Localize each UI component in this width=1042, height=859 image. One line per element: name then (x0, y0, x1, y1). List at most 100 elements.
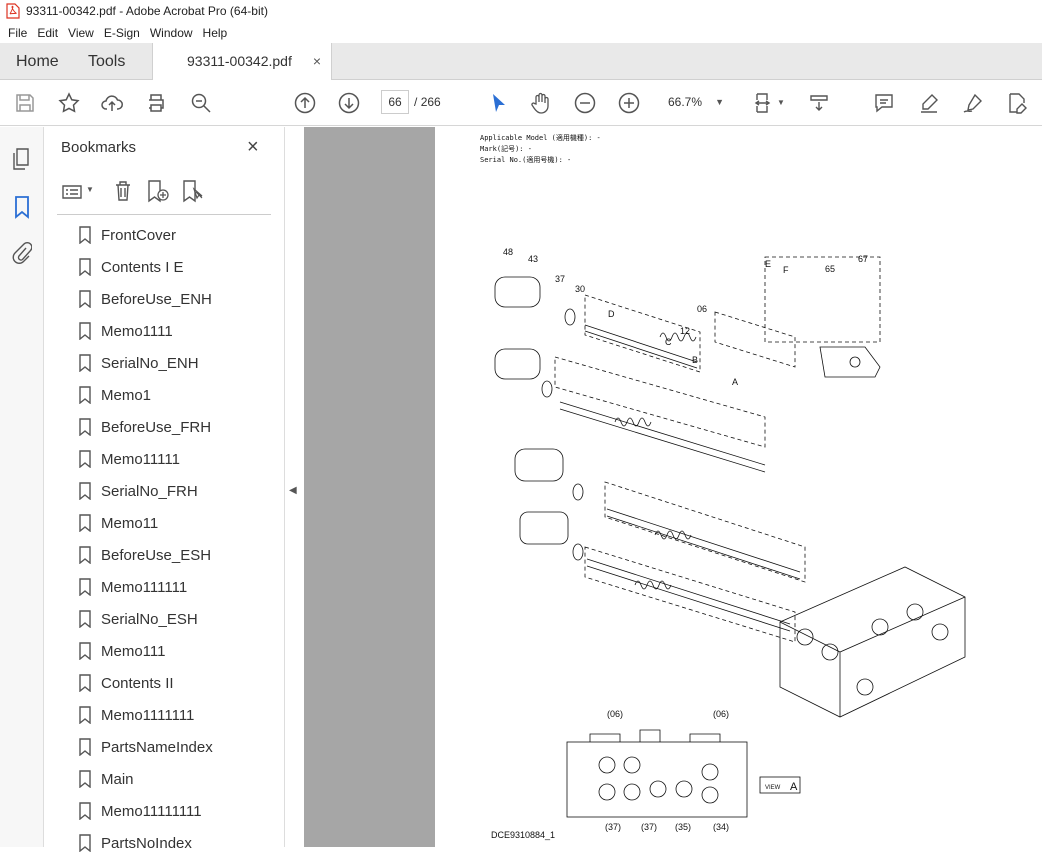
fit-page-icon[interactable] (752, 91, 776, 115)
panel-gutter: ◀ (285, 127, 304, 847)
bookmark-item[interactable]: Memo1 (45, 379, 263, 411)
highlight-pen-icon[interactable] (917, 91, 941, 115)
page-total: / 266 (414, 95, 441, 109)
drawing-caption: DCE9310884_1 (491, 830, 556, 840)
bookmark-icon (79, 642, 91, 660)
hand-tool-icon[interactable] (529, 91, 553, 115)
zoom-select[interactable]: 66.7% ▼ (660, 90, 730, 114)
bookmark-icon (79, 610, 91, 628)
bookmark-icon (79, 770, 91, 788)
new-bookmark-icon[interactable] (146, 179, 170, 203)
save-icon[interactable] (13, 91, 37, 115)
bookmark-item[interactable]: PartsNoIndex (45, 827, 263, 859)
options-dropdown-arrow-icon[interactable]: ▼ (86, 185, 94, 194)
upload-cloud-icon[interactable] (100, 91, 124, 115)
menu-help[interactable]: Help (203, 26, 228, 40)
menu-view[interactable]: View (68, 26, 94, 40)
bookmark-item[interactable]: SerialNo_ENH (45, 347, 263, 379)
callout-35: (35) (675, 822, 691, 832)
bookmarks-title: Bookmarks (61, 139, 137, 156)
bookmark-icon (79, 418, 91, 436)
attachment-icon[interactable] (12, 241, 32, 265)
bookmark-icon (79, 514, 91, 532)
total-pages: 266 (420, 95, 441, 109)
bookmark-label: Memo1 (101, 386, 152, 404)
pdf-file-icon (6, 3, 20, 19)
callout-c: C (665, 337, 672, 347)
tab-document[interactable]: 93311-00342.pdf × (152, 43, 332, 81)
print-icon[interactable] (144, 91, 168, 115)
bookmark-options-icon[interactable] (61, 181, 83, 203)
menu-file[interactable]: File (8, 26, 27, 40)
bookmark-item[interactable]: Memo111 (45, 635, 263, 667)
exploded-parts-diagram: 48 43 37 30 06 12 65 67 D C B A E F (06)… (494, 247, 966, 832)
bookmark-panel-icon[interactable] (13, 195, 31, 219)
bookmark-label: BeforeUse_ENH (101, 290, 212, 308)
bookmark-label: Memo111111 (101, 578, 188, 596)
bookmark-item[interactable]: Memo111111 (45, 571, 263, 603)
zoom-dropdown-arrow-icon: ▼ (715, 97, 724, 107)
bookmark-item[interactable]: Main (45, 763, 263, 795)
zoom-out-icon[interactable] (573, 91, 597, 115)
callout-48: 48 (503, 247, 513, 257)
document-viewport[interactable]: Applicable Model (適用機種): - Mark(記号): - S… (304, 127, 1042, 847)
pages-thumbnail-icon[interactable] (11, 147, 33, 171)
bookmark-icon (79, 802, 91, 820)
window-title: 93311-00342.pdf - Adobe Acrobat Pro (64-… (26, 4, 268, 18)
comment-icon[interactable] (872, 91, 896, 115)
bookmark-label: Memo111 (101, 642, 166, 660)
page-up-icon[interactable] (293, 91, 317, 115)
bookmarks-toolbar: ▼ (45, 175, 285, 215)
menu-edit[interactable]: Edit (37, 26, 58, 40)
bookmark-item[interactable]: BeforeUse_ENH (45, 283, 263, 315)
callout-65: 65 (825, 264, 835, 274)
find-bookmark-icon[interactable] (181, 179, 205, 203)
bookmark-label: PartsNameIndex (101, 738, 213, 756)
bookmark-item[interactable]: BeforeUse_FRH (45, 411, 263, 443)
star-icon[interactable] (57, 91, 81, 115)
main-toolbar: ▼ (0, 80, 1042, 126)
menu-window[interactable]: Window (150, 26, 193, 40)
tab-home[interactable]: Home (16, 43, 59, 80)
page-down-icon[interactable] (337, 91, 361, 115)
bookmark-label: Contents II (101, 674, 174, 692)
delete-bookmark-icon[interactable] (113, 179, 133, 203)
zoom-search-icon[interactable] (189, 91, 213, 115)
view-letter: A (790, 781, 798, 793)
bookmark-item[interactable]: Contents II (45, 667, 263, 699)
bookmark-item[interactable]: Memo11111111 (45, 795, 263, 827)
menu-bar: File Edit View E-Sign Window Help (0, 22, 1042, 43)
bookmark-item[interactable]: BeforeUse_ESH (45, 539, 263, 571)
page-number-input[interactable]: 66 (381, 90, 409, 114)
tab-tools[interactable]: Tools (88, 43, 125, 80)
bookmark-icon (79, 290, 91, 308)
bookmark-item[interactable]: PartsNameIndex (45, 731, 263, 763)
bookmark-icon (79, 450, 91, 468)
select-cursor-icon[interactable] (487, 91, 511, 115)
left-rail (0, 127, 44, 847)
bookmark-item[interactable]: Memo1111 (45, 315, 263, 347)
bookmark-item[interactable]: Contents I E (45, 251, 263, 283)
bookmark-icon (79, 258, 91, 276)
tab-document-label: 93311-00342.pdf (187, 53, 292, 69)
close-bookmarks-icon[interactable]: × (247, 136, 259, 159)
bookmark-item[interactable]: FrontCover (45, 219, 263, 251)
menu-esign[interactable]: E-Sign (104, 26, 140, 40)
bookmark-icon (79, 578, 91, 596)
bookmark-item[interactable]: Memo11 (45, 507, 263, 539)
fit-dropdown-arrow-icon[interactable]: ▼ (777, 98, 785, 107)
zoom-in-icon[interactable] (617, 91, 641, 115)
scroll-mode-icon[interactable] (807, 91, 831, 115)
callout-a: A (732, 377, 738, 387)
bookmark-item[interactable]: SerialNo_ESH (45, 603, 263, 635)
sign-icon[interactable] (961, 91, 985, 115)
bookmark-list: FrontCover Contents I E BeforeUse_ENH Memo1… (45, 219, 263, 859)
close-tab-icon[interactable]: × (313, 43, 321, 80)
bookmark-item[interactable]: Memo1111111 (45, 699, 263, 731)
callout-12: 12 (680, 326, 690, 336)
edit-pdf-icon[interactable] (1005, 91, 1029, 115)
bookmark-item[interactable]: Memo11111 (45, 443, 263, 475)
bookmark-icon (79, 738, 91, 756)
bookmark-item[interactable]: SerialNo_FRH (45, 475, 263, 507)
collapse-panel-icon[interactable]: ◀ (289, 485, 297, 496)
